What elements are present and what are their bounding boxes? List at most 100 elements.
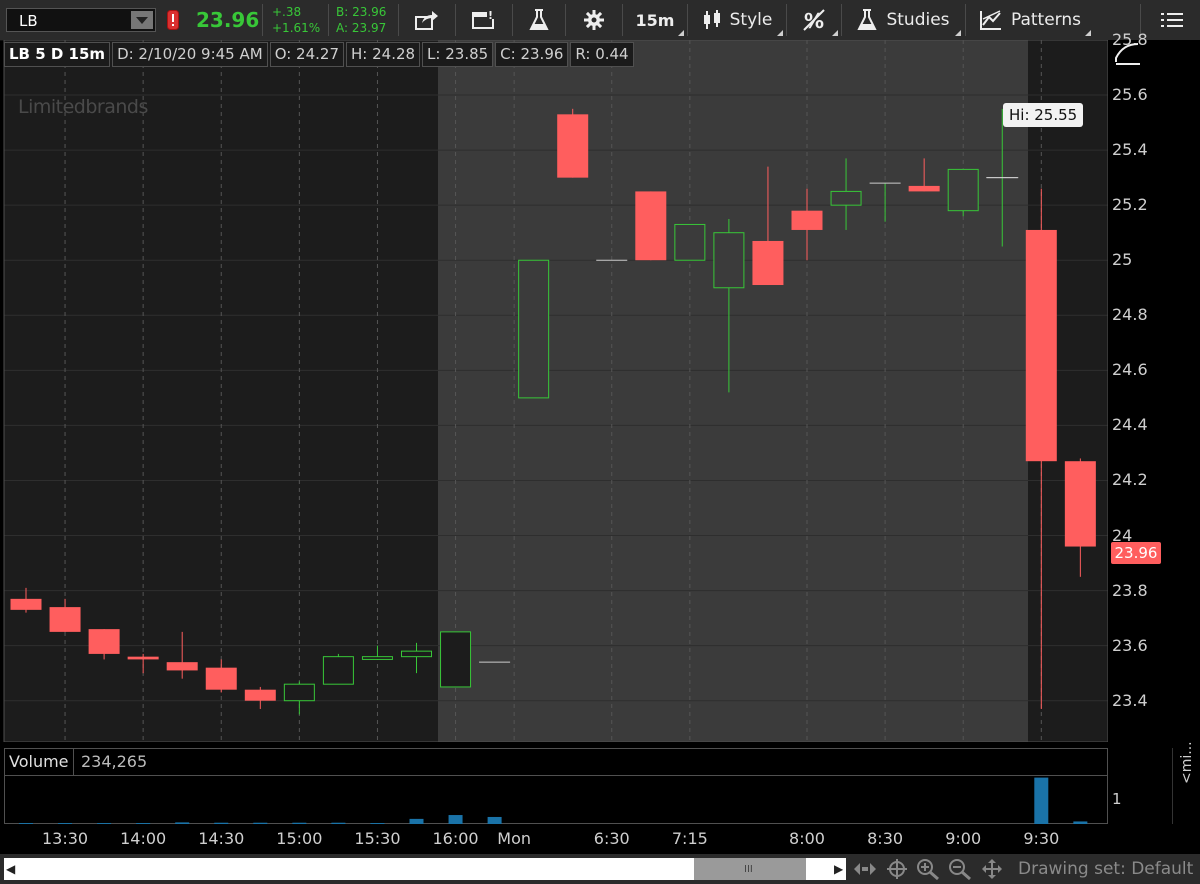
volume-bar (1034, 777, 1049, 824)
candle[interactable] (947, 168, 979, 217)
symbol-dropdown-button[interactable] (131, 11, 153, 29)
svg-text:!: ! (488, 9, 493, 22)
chart-settings-button[interactable]: ! (457, 0, 511, 40)
patterns-icon (979, 10, 1001, 30)
price-panel[interactable] (0, 40, 1108, 742)
chart-menu-button[interactable] (1150, 0, 1194, 40)
candle[interactable] (518, 259, 550, 399)
expand-horizontal-icon[interactable] (852, 858, 878, 880)
bar-high: H: 24.28 (346, 42, 421, 67)
volume-header: Volume 234,265 (4, 748, 1108, 776)
candle-body (361, 656, 393, 660)
candle[interactable] (635, 191, 667, 261)
candle-body (401, 650, 432, 658)
price-chart[interactable] (0, 40, 1108, 742)
price-axis-tick: 24.6 (1112, 360, 1148, 380)
time-axis-tick: 14:00 (120, 829, 167, 848)
symbol-text: LB (19, 12, 38, 30)
bar-open: O: 24.27 (269, 42, 344, 67)
chevron-down-icon (136, 16, 148, 24)
candle[interactable] (674, 223, 706, 261)
crosshair-icon[interactable] (886, 858, 908, 880)
scroll-left-icon[interactable]: ◀ (6, 862, 15, 876)
candle[interactable] (557, 108, 589, 178)
candle-body (166, 662, 198, 671)
style-menu[interactable]: Style (689, 0, 785, 40)
percent-icon: % (803, 9, 825, 32)
price-axis-tick: 23.8 (1112, 580, 1148, 600)
volume-value: 234,265 (81, 752, 148, 771)
drawing-tool-button[interactable] (1113, 42, 1143, 66)
company-watermark: Limitedbrands (18, 96, 148, 118)
side-panel-tab[interactable]: <mi... (1172, 741, 1200, 824)
scroll-right-icon[interactable]: ▶ (834, 862, 843, 876)
time-axis-tick: 9:00 (945, 829, 982, 848)
time-axis-tick: 15:00 (276, 829, 323, 848)
scrollbar-grip-icon: III (744, 864, 753, 875)
candle-body (830, 190, 862, 206)
studies-label: Studies (886, 10, 950, 30)
candle-body (88, 629, 120, 654)
settings-button[interactable] (567, 0, 621, 40)
price-axis-tick: 25.4 (1112, 140, 1148, 160)
drawing-set-label[interactable]: Drawing set: Default (1018, 859, 1193, 879)
net-change: +.38 (272, 5, 302, 19)
bar-range: R: 0.44 (570, 42, 634, 67)
scroll-left-step-icon[interactable]: ◀ (812, 862, 821, 876)
price-axis-tick: 25.2 (1112, 195, 1148, 215)
price-axis-tick: 23.4 (1112, 690, 1148, 710)
volume-panel[interactable] (4, 776, 1108, 824)
candle-body (10, 598, 42, 610)
candle-body (1025, 229, 1057, 462)
gear-icon (584, 10, 604, 30)
percent-view-button[interactable]: % (788, 0, 840, 40)
candle-body (322, 656, 354, 685)
candle[interactable] (322, 653, 354, 685)
time-axis-tick: 15:30 (354, 829, 401, 848)
percent-change: +1.61% (272, 21, 321, 35)
candle-body (440, 631, 472, 688)
candle[interactable] (440, 631, 472, 688)
list-menu-icon (1161, 13, 1183, 27)
price-axis-tick: 23.6 (1112, 635, 1148, 655)
price-info-bar: LB 5 D 15m D: 2/10/20 9:45 AM O: 24.27 H… (4, 42, 636, 67)
thinkscript-lab-button[interactable] (514, 0, 564, 40)
candle-body (947, 168, 979, 212)
last-price-tag: 23.96 (1111, 542, 1161, 564)
candle-body (713, 232, 745, 289)
candle-body (791, 210, 823, 230)
time-axis-tick: 14:30 (198, 829, 245, 848)
timeframe-label: 15m (635, 10, 675, 30)
price-axis-tick: 25 (1112, 250, 1133, 270)
pan-icon[interactable] (980, 858, 1004, 880)
patterns-menu[interactable]: Patterns (967, 0, 1093, 40)
volume-chart[interactable] (4, 776, 1108, 824)
dropdown-corner-icon (1085, 30, 1091, 36)
candle-body (908, 185, 940, 192)
chart-toolbar: LB 23.96 +.38 +1.61% B: 23.96 A: 23.97 !… (0, 0, 1200, 41)
dropdown-corner-icon (955, 30, 961, 36)
patterns-label: Patterns (1010, 10, 1082, 30)
zoom-in-icon[interactable] (916, 858, 940, 880)
symbol-period: LB 5 D 15m (4, 42, 111, 67)
dropdown-corner-icon (832, 30, 838, 36)
candle-body (283, 683, 315, 702)
time-axis-tick: 8:30 (867, 829, 904, 848)
alert-icon[interactable] (164, 9, 182, 31)
timeframe-selector[interactable]: 15m (624, 0, 686, 40)
share-button[interactable] (400, 0, 454, 40)
price-axis-tick: 25.6 (1112, 85, 1148, 105)
studies-menu[interactable]: Studies (843, 0, 963, 40)
time-axis-tick: 6:30 (593, 829, 630, 848)
share-icon (415, 11, 438, 30)
bar-close: C: 23.96 (495, 42, 569, 67)
time-axis-tick: 13:30 (41, 829, 89, 848)
time-axis-tick: 8:00 (789, 829, 825, 848)
dropdown-corner-icon (777, 30, 783, 36)
ask-price: A: 23.97 (336, 21, 387, 35)
volume-axis-tick: 1 (1112, 790, 1122, 808)
bar-date: D: 2/10/20 9:45 AM (112, 42, 268, 67)
zoom-out-icon[interactable] (948, 858, 972, 880)
symbol-selector[interactable]: LB (6, 8, 156, 32)
trendline-icon (1115, 43, 1140, 65)
